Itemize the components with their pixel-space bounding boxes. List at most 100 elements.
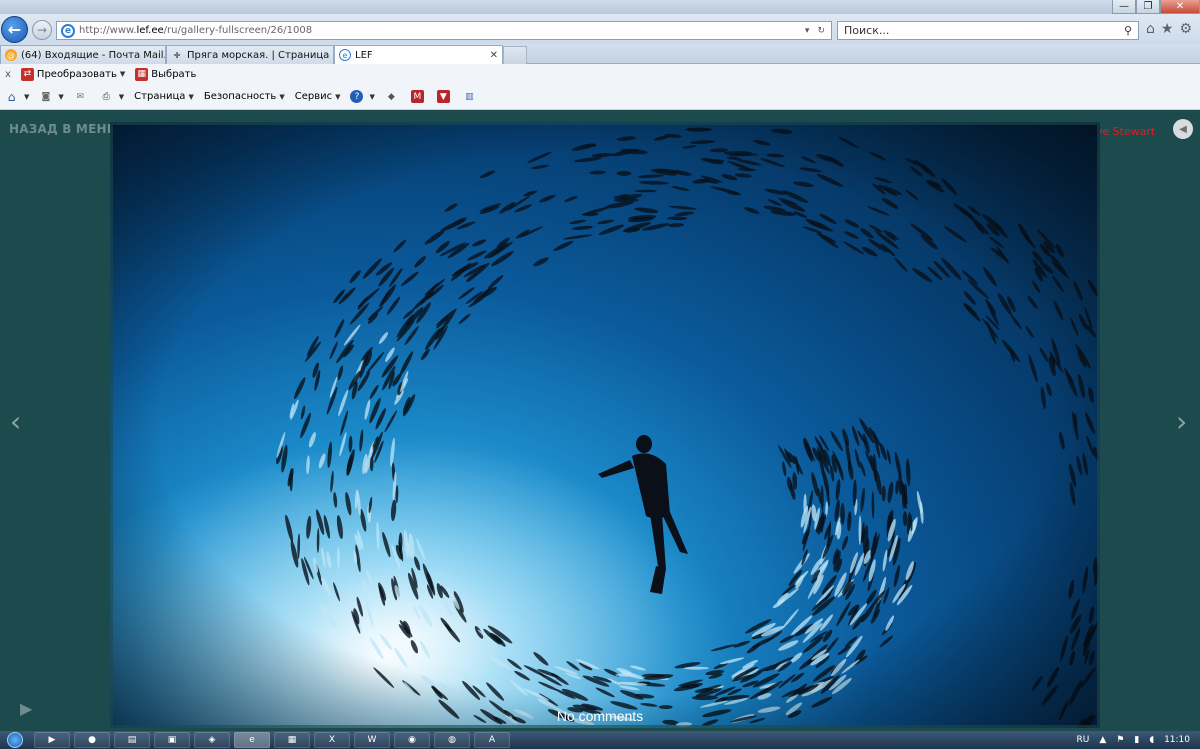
refresh-icon[interactable]: ↻ [817, 26, 825, 36]
taskbar-app-11[interactable]: ◍ [434, 732, 470, 748]
ie-icon: e [61, 23, 75, 38]
ie-icon: e [249, 735, 255, 745]
tab-label: (64) Входящие - Почта Mail.Ru [21, 49, 166, 61]
adblock-icon: M [410, 90, 424, 103]
addon-button-2[interactable]: M [410, 90, 427, 103]
arrow-left-icon: ← [7, 20, 22, 39]
search-icon[interactable]: ⚲ [1124, 24, 1138, 37]
taskbar-explorer[interactable]: ▦ [274, 732, 310, 748]
word-icon: W [367, 735, 377, 745]
taskbar-excel[interactable]: X [314, 732, 350, 748]
rss-icon: ◙ [41, 91, 51, 102]
gallery-photo [110, 122, 1100, 728]
network-icon[interactable]: ▮ [1134, 735, 1139, 745]
app-icon: ◍ [448, 735, 456, 745]
tab-mail[interactable]: @ (64) Входящие - Почта Mail.Ru [0, 45, 166, 64]
maximize-button[interactable]: ❐ [1136, 0, 1160, 14]
home-icon[interactable]: ⌂ [1146, 21, 1155, 37]
mail-button[interactable]: ✉ [74, 90, 90, 103]
share-icon: ◀ [1179, 123, 1187, 135]
chevron-down-icon: ▼ [118, 92, 125, 101]
minimize-button[interactable]: — [1112, 0, 1136, 14]
gallery-viewer: НАЗАД В МЕНЮ Candy Dulfer & Dave Stewart… [0, 110, 1200, 731]
taskbar-acrobat[interactable]: A [474, 732, 510, 748]
windows-logo-icon [7, 732, 23, 748]
system-tray: RU ▲ ⚑ ▮ ◖ 11:10 [1077, 731, 1200, 749]
excel-icon: X [328, 735, 336, 745]
move-icon: ✛ [173, 50, 181, 60]
close-tab-icon[interactable]: ✕ [484, 50, 498, 61]
security-menu[interactable]: Безопасность ▼ [204, 91, 285, 102]
photo-illustration [110, 122, 1100, 728]
chevron-down-icon: ▼ [58, 92, 64, 101]
language-indicator[interactable]: RU [1077, 735, 1090, 745]
help-icon: ? [350, 90, 364, 103]
tab-label: Пряга морская. | Страница 2 |... [187, 49, 333, 61]
tab-pryaga[interactable]: ✛ Пряга морская. | Страница 2 |... [166, 45, 334, 64]
back-button[interactable]: ← [1, 16, 28, 43]
taskbar-internet-explorer[interactable]: e [234, 732, 270, 748]
pdf-select-icon: ▦ [135, 67, 149, 81]
flag-icon[interactable]: ⚑ [1116, 735, 1124, 745]
chevron-down-icon: ▼ [335, 92, 341, 101]
forward-button[interactable]: → [32, 20, 52, 40]
volume-icon[interactable]: ◖ [1149, 735, 1154, 745]
chevron-down-icon: ▼ [119, 70, 126, 78]
service-menu[interactable]: Сервис ▼ [295, 91, 341, 102]
close-toolbar-icon[interactable]: x [5, 69, 11, 80]
arrow-right-icon: → [36, 23, 48, 37]
home-menu-button[interactable]: ⌂ ▼ [5, 89, 30, 104]
taskbar-app-5[interactable]: ◈ [194, 732, 230, 748]
select-button[interactable]: ▦ Выбрать [135, 67, 196, 81]
favorites-icon[interactable]: ★ [1161, 21, 1174, 37]
search-box[interactable]: Поиск... ⚲ [837, 21, 1139, 40]
taskbar-app-10[interactable]: ◉ [394, 732, 430, 748]
window-controls: — ❐ ✕ [1112, 0, 1200, 14]
taskbar-app-3[interactable]: ▤ [114, 732, 150, 748]
feeds-button[interactable]: ◙ ▼ [39, 90, 64, 103]
navigation-bar: ← → e http://www.lef.ee/ru/gallery-fulls… [0, 14, 1200, 44]
taskbar-media-player[interactable]: ▶ [34, 732, 70, 748]
help-button[interactable]: ? ▼ [350, 90, 375, 103]
windows-taskbar: ▶ ● ▤ ▣ ◈ e ▦ X W ◉ ◍ A RU ▲ ⚑ ▮ ◖ 11:10 [0, 731, 1200, 749]
ie-icon: e [339, 49, 351, 61]
shield-icon: ▼ [436, 90, 450, 103]
mail-ru-icon: @ [5, 49, 17, 61]
clock[interactable]: 11:10 [1164, 735, 1190, 745]
tab-label: LEF [355, 49, 373, 61]
address-dropdown-icon[interactable]: ▾ [805, 26, 810, 36]
previous-photo-button[interactable]: ‹ [10, 405, 21, 438]
photo-caption: No comments [556, 708, 644, 724]
command-bar-2: ⌂ ▼ ◙ ▼ ✉ ⎙ ▼ Страница ▼ Безопасность ▼ … [0, 84, 1200, 110]
window-titlebar: — ❐ ✕ [0, 0, 1200, 14]
home-icon: ⌂ [7, 89, 16, 104]
chevron-down-icon: ▼ [188, 92, 194, 101]
tools-icon[interactable]: ⚙ [1179, 21, 1192, 37]
addon-button-3[interactable]: ▼ [436, 90, 453, 103]
convert-button[interactable]: ⇄ Преобразовать ▼ [20, 67, 126, 81]
addon-button-4[interactable]: ▥ [463, 90, 479, 103]
addon-button-1[interactable]: ◆ [385, 90, 401, 103]
close-window-button[interactable]: ✕ [1160, 0, 1200, 14]
tab-bar: @ (64) Входящие - Почта Mail.Ru ✛ Пряга … [0, 44, 1200, 64]
next-photo-button[interactable]: › [1176, 405, 1187, 438]
folder-icon: ▦ [287, 735, 297, 745]
chevron-down-icon: ▼ [24, 92, 30, 101]
taskbar-word[interactable]: W [354, 732, 390, 748]
new-tab-button[interactable] [503, 46, 527, 64]
back-to-menu-link[interactable]: НАЗАД В МЕНЮ [9, 122, 121, 136]
taskbar-chrome[interactable]: ● [74, 732, 110, 748]
start-button[interactable] [0, 731, 30, 749]
acrobat-icon: A [488, 735, 496, 745]
search-input[interactable]: Поиск... [844, 24, 1124, 37]
share-button[interactable]: ◀ [1173, 119, 1193, 139]
command-bar-1: x ⇄ Преобразовать ▼ ▦ Выбрать [0, 64, 1200, 84]
print-button[interactable]: ⎙ ▼ [100, 90, 125, 103]
address-url[interactable]: http://www.lef.ee/ru/gallery-fullscreen/… [79, 25, 805, 36]
pdf-convert-icon: ⇄ [20, 67, 34, 81]
address-bar[interactable]: e http://www.lef.ee/ru/gallery-fullscree… [56, 21, 832, 40]
tray-expand-icon[interactable]: ▲ [1099, 735, 1106, 745]
taskbar-app-4[interactable]: ▣ [154, 732, 190, 748]
tab-lef[interactable]: e LEF ✕ [334, 45, 503, 64]
page-menu[interactable]: Страница ▼ [134, 91, 194, 102]
